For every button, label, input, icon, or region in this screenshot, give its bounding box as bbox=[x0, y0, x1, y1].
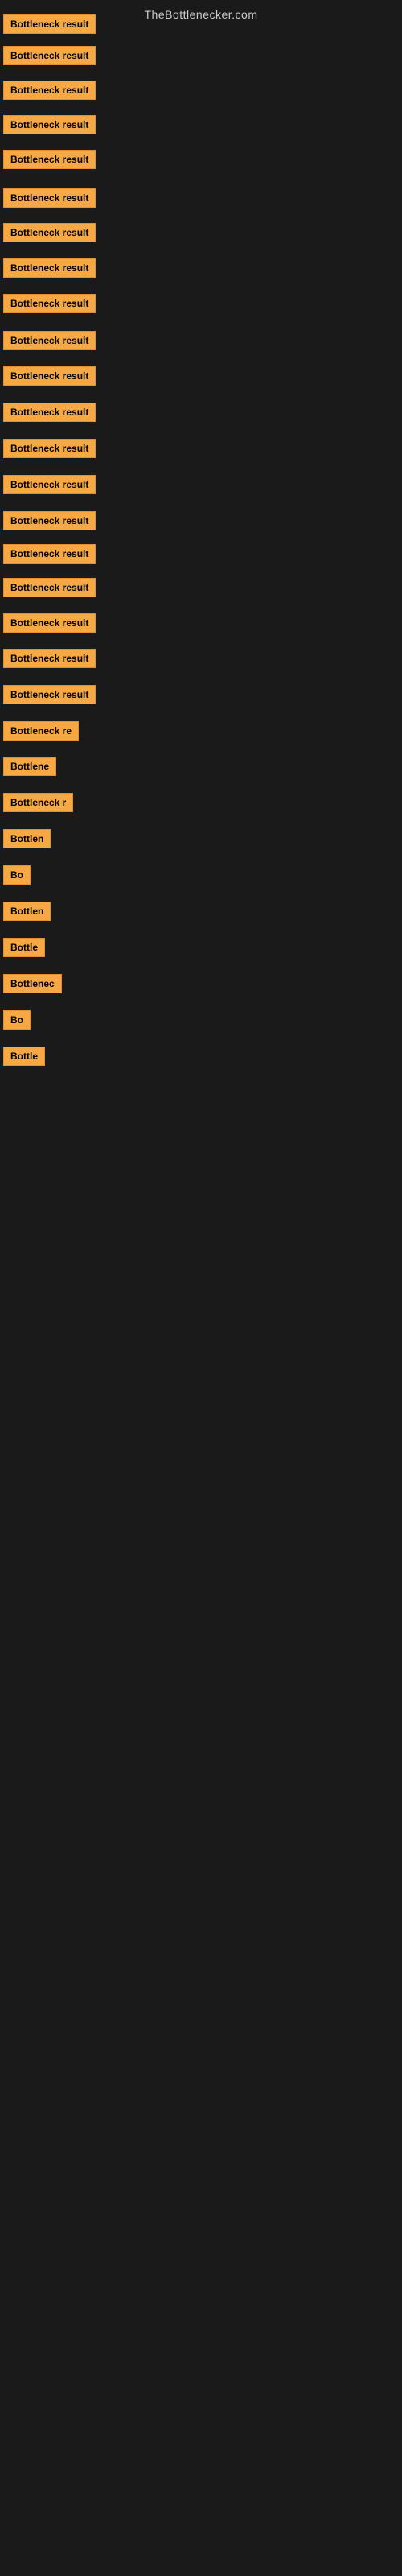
bottleneck-badge-9[interactable]: Bottleneck result bbox=[3, 294, 96, 313]
bottleneck-badge-15[interactable]: Bottleneck result bbox=[3, 511, 96, 530]
bottleneck-badge-5[interactable]: Bottleneck result bbox=[3, 150, 96, 169]
bottleneck-badge-7[interactable]: Bottleneck result bbox=[3, 223, 96, 242]
page-container: TheBottlenecker.com Bottleneck resultBot… bbox=[0, 0, 402, 2576]
bottleneck-badge-10[interactable]: Bottleneck result bbox=[3, 331, 96, 350]
bottleneck-badge-14[interactable]: Bottleneck result bbox=[3, 475, 96, 494]
bottleneck-badge-18[interactable]: Bottleneck result bbox=[3, 613, 96, 633]
bottleneck-badge-25[interactable]: Bo bbox=[3, 865, 31, 885]
bottleneck-badge-12[interactable]: Bottleneck result bbox=[3, 402, 96, 422]
bottleneck-badge-11[interactable]: Bottleneck result bbox=[3, 366, 96, 386]
bottleneck-badge-28[interactable]: Bottlenec bbox=[3, 974, 62, 993]
bottleneck-badge-19[interactable]: Bottleneck result bbox=[3, 649, 96, 668]
bottleneck-badge-21[interactable]: Bottleneck re bbox=[3, 721, 79, 741]
bottleneck-badge-13[interactable]: Bottleneck result bbox=[3, 439, 96, 458]
bottleneck-badge-26[interactable]: Bottlen bbox=[3, 902, 51, 921]
bottleneck-badge-30[interactable]: Bottle bbox=[3, 1046, 45, 1066]
bottleneck-badge-23[interactable]: Bottleneck r bbox=[3, 793, 73, 812]
bottleneck-badge-24[interactable]: Bottlen bbox=[3, 829, 51, 848]
bottleneck-badge-8[interactable]: Bottleneck result bbox=[3, 258, 96, 278]
bottleneck-badge-20[interactable]: Bottleneck result bbox=[3, 685, 96, 704]
bottleneck-badge-1[interactable]: Bottleneck result bbox=[3, 14, 96, 34]
bottleneck-badge-29[interactable]: Bo bbox=[3, 1010, 31, 1030]
bottleneck-badge-16[interactable]: Bottleneck result bbox=[3, 544, 96, 564]
bottleneck-badge-22[interactable]: Bottlene bbox=[3, 757, 56, 776]
bottleneck-badge-6[interactable]: Bottleneck result bbox=[3, 188, 96, 208]
bottleneck-badge-4[interactable]: Bottleneck result bbox=[3, 115, 96, 134]
bottleneck-badge-2[interactable]: Bottleneck result bbox=[3, 46, 96, 65]
bottleneck-badge-3[interactable]: Bottleneck result bbox=[3, 80, 96, 100]
bottleneck-badge-17[interactable]: Bottleneck result bbox=[3, 578, 96, 597]
bottleneck-badge-27[interactable]: Bottle bbox=[3, 938, 45, 957]
